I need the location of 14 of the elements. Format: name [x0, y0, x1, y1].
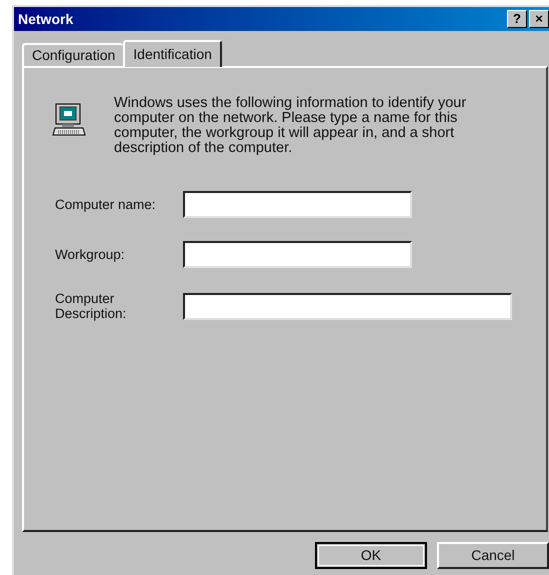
ok-button[interactable]: OK [315, 542, 427, 569]
text-field[interactable] [183, 241, 412, 268]
tab[interactable]: Configuration [22, 43, 124, 66]
tab[interactable]: Identification [123, 40, 222, 67]
field-label: Computer name: [55, 197, 157, 212]
close-button[interactable]: × [529, 10, 549, 28]
text-field[interactable] [183, 191, 412, 218]
cancel-button[interactable]: Cancel [437, 542, 549, 569]
text-field[interactable] [183, 292, 512, 320]
description-text: Windows uses the following information to identify your computer on the network. Please type a name for this computer, the workgroup it will appear in, and a short description of the computer. [114, 96, 468, 156]
field-label: Workgroup: [55, 247, 126, 262]
help-button[interactable]: ? [507, 10, 527, 28]
window-title: Network [18, 10, 74, 28]
field-label: Computer Description: [55, 291, 128, 321]
